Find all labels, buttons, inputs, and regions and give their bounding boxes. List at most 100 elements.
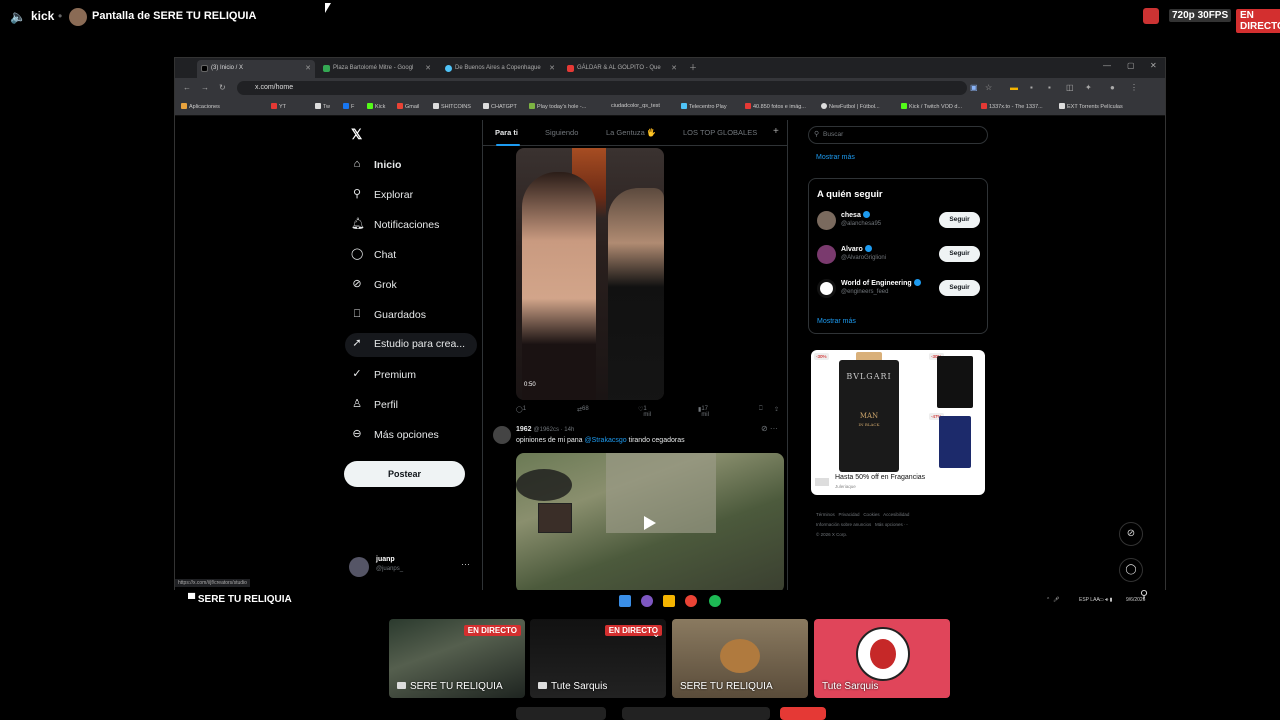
ad-card[interactable]: -30% -30% -47% BVLGARI MANIN BLACK Hasta… bbox=[811, 350, 985, 495]
bookmark-item[interactable]: 40.850 fotos e imág... bbox=[745, 103, 806, 110]
views-button[interactable]: ▮ 17 mil bbox=[698, 406, 709, 418]
browser-tab-maps[interactable]: Plaza Bartolomé Mitre - Googl ✕ bbox=[319, 60, 435, 78]
extension-icon[interactable]: ▪ bbox=[1048, 83, 1051, 92]
close-tab-icon[interactable]: ✕ bbox=[549, 64, 555, 72]
bookmark-item[interactable]: YT bbox=[271, 103, 286, 110]
browser-tab-travel[interactable]: De Buenos Aires a Copenhague ✕ bbox=[441, 60, 559, 78]
platform-name[interactable]: kick bbox=[31, 9, 54, 23]
footer-link[interactable]: Cookies bbox=[863, 512, 879, 517]
extension-icon[interactable]: ▪ bbox=[1030, 83, 1033, 92]
tab-los-top-globales[interactable]: LOS TOP GLOBALES bbox=[683, 128, 757, 137]
bookmark-item[interactable]: SHITCOINS bbox=[433, 103, 471, 110]
tweet-video[interactable] bbox=[516, 453, 784, 590]
raise-hand-icon[interactable] bbox=[1143, 8, 1159, 24]
footer-link[interactable]: Privacidad bbox=[839, 512, 860, 517]
extension-icon[interactable]: ◫ bbox=[1066, 83, 1074, 92]
extensions-puzzle-icon[interactable]: ✦ bbox=[1085, 83, 1092, 92]
bookmark-item[interactable]: 1337x.to - The 1337... bbox=[981, 103, 1043, 110]
grok-icon[interactable]: ⊘ bbox=[1119, 522, 1143, 546]
show-more-link[interactable]: Mostrar más bbox=[816, 154, 855, 161]
bookmark-item[interactable]: Tw bbox=[315, 103, 330, 110]
streamer-avatar[interactable] bbox=[69, 8, 87, 26]
app-icon[interactable] bbox=[641, 595, 653, 607]
menu-dots-icon[interactable]: ⋮ bbox=[1130, 83, 1138, 92]
footer-link[interactable]: Accesibilidad bbox=[883, 512, 909, 517]
follow-suggestion[interactable]: Alvaro @AlvaroGriglioni Seguir bbox=[817, 243, 983, 267]
close-tab-icon[interactable]: ✕ bbox=[305, 64, 311, 72]
participant-tile[interactable]: EN DIRECTO Tute Sarquis ⌄ bbox=[530, 619, 666, 698]
control-button[interactable] bbox=[622, 707, 770, 720]
footer-link[interactable]: Información sobre anuncios bbox=[816, 522, 871, 527]
minimize-icon[interactable]: — bbox=[1103, 61, 1111, 70]
post-button[interactable]: Postear bbox=[344, 461, 465, 487]
url-input[interactable]: x.com/home bbox=[237, 81, 967, 95]
bookmark-icon[interactable]: ⎕ bbox=[759, 406, 763, 413]
profile-icon[interactable]: ● bbox=[1110, 83, 1115, 92]
system-icons[interactable]: ▭ 🔊︎ ▮ bbox=[1099, 597, 1112, 603]
tweet-options-icon[interactable]: ⊘ ··· bbox=[761, 424, 778, 433]
follow-suggestion[interactable]: World of Engineering @engineers_feed Seg… bbox=[817, 277, 983, 301]
browser-tab-x[interactable]: (3) Inicio / X ✕ bbox=[197, 60, 315, 78]
bookmark-item[interactable]: Aplicaciones bbox=[181, 103, 220, 110]
close-tab-icon[interactable]: ✕ bbox=[425, 64, 431, 72]
windows-start-icon[interactable] bbox=[619, 595, 631, 607]
play-icon[interactable] bbox=[644, 516, 656, 530]
footer-link[interactable]: Más opciones ··· bbox=[875, 522, 909, 527]
forward-icon[interactable]: → bbox=[201, 83, 209, 92]
bookmark-item[interactable]: CHATGPT bbox=[483, 103, 517, 110]
leave-button[interactable] bbox=[780, 707, 826, 720]
follow-suggestion[interactable]: chesa @alanchesa95 Seguir bbox=[817, 209, 983, 233]
tab-la-gentuza[interactable]: La Gentuza 🖐 bbox=[606, 128, 656, 137]
participant-tile[interactable]: EN DIRECTO SERE TU RELIQUIA bbox=[389, 619, 525, 698]
show-more-link[interactable]: Mostrar más bbox=[817, 318, 856, 325]
extension-icon[interactable]: ▬ bbox=[1010, 83, 1018, 92]
add-tab-icon[interactable]: + bbox=[773, 126, 779, 137]
tab-para-ti[interactable]: Para ti bbox=[495, 128, 518, 137]
search-input[interactable]: ⚲ Buscar bbox=[808, 126, 988, 144]
chevron-down-icon[interactable]: ⌄ bbox=[652, 629, 660, 640]
new-tab-icon[interactable]: ＋ bbox=[689, 62, 697, 73]
tab-siguiendo[interactable]: Siguiendo bbox=[545, 128, 578, 137]
nav-item-estudio[interactable]: ➚ Estudio para crea... bbox=[345, 333, 477, 357]
tray-icons[interactable]: ⌃ 🎤︎ bbox=[1046, 597, 1059, 603]
repost-button[interactable]: ⇄ 68 bbox=[577, 406, 589, 413]
like-button[interactable]: ♡ 1 mil bbox=[638, 406, 651, 418]
maximize-icon[interactable]: ▢ bbox=[1127, 61, 1135, 70]
follow-button[interactable]: Seguir bbox=[939, 212, 980, 228]
follow-button[interactable]: Seguir bbox=[939, 246, 980, 262]
bookmark-item[interactable]: Telecentro Play bbox=[681, 103, 727, 110]
close-window-icon[interactable]: ✕ bbox=[1150, 61, 1157, 70]
reply-button[interactable]: ◯ 1 bbox=[516, 406, 526, 413]
bookmark-item[interactable]: Play today's hole -... bbox=[529, 103, 586, 110]
tweet-video[interactable]: 0:50 bbox=[516, 148, 664, 400]
back-icon[interactable]: ← bbox=[183, 83, 191, 92]
bookmark-item[interactable]: EXT Torrents Películas bbox=[1059, 103, 1123, 110]
zoom-icon[interactable]: ⚲ bbox=[1140, 588, 1148, 601]
participant-tile[interactable]: Tute Sarquis bbox=[814, 619, 950, 698]
browser-tab-youtube[interactable]: GÁLDAR & AL GOLPITO - Que ✕ bbox=[563, 60, 681, 78]
avatar[interactable] bbox=[493, 426, 511, 444]
follow-button[interactable]: Seguir bbox=[939, 280, 980, 296]
bookmark-item[interactable]: Kick bbox=[367, 103, 385, 110]
mention-link[interactable]: @Strakacsgo bbox=[585, 437, 627, 444]
share-icon[interactable]: ⇪ bbox=[774, 406, 779, 413]
message-icon[interactable]: ◯ bbox=[1119, 558, 1143, 582]
bookmark-star-icon[interactable]: ☆ bbox=[985, 83, 992, 92]
bookmark-item[interactable]: NewFutbol | Fútbol... bbox=[821, 103, 880, 110]
file-explorer-icon[interactable] bbox=[663, 595, 675, 607]
bookmark-item[interactable]: ciudadcolor_qs_test bbox=[611, 103, 660, 109]
x-logo-icon[interactable]: 𝕏 bbox=[351, 126, 362, 143]
reload-icon[interactable]: ↻ bbox=[219, 83, 226, 92]
close-tab-icon[interactable]: ✕ bbox=[671, 64, 677, 72]
chrome-icon[interactable] bbox=[685, 595, 697, 607]
spotify-icon[interactable] bbox=[709, 595, 721, 607]
cast-icon[interactable]: ▣ bbox=[970, 83, 978, 92]
footer-link[interactable]: Términos bbox=[816, 512, 835, 517]
participant-tile[interactable]: SERE TU RELIQUIA bbox=[672, 619, 808, 698]
language-indicator[interactable]: ESP LAA bbox=[1079, 597, 1100, 603]
speaker-muted-icon[interactable]: 🔈 bbox=[10, 9, 26, 25]
bookmark-item[interactable]: Kick / Twitch VOD d... bbox=[901, 103, 962, 110]
quality-badge[interactable]: 720p 30FPS bbox=[1169, 9, 1232, 22]
bookmark-item[interactable]: Gmail bbox=[397, 103, 419, 110]
control-button[interactable] bbox=[516, 707, 606, 720]
